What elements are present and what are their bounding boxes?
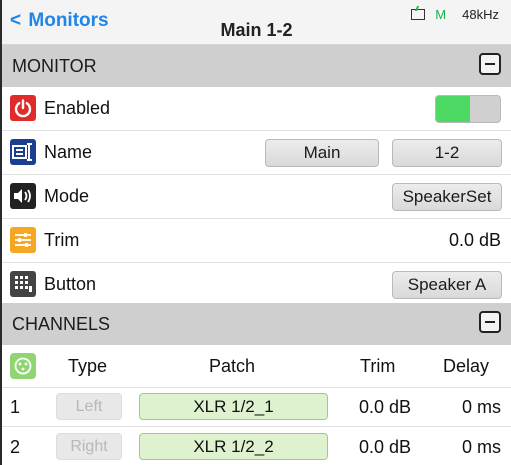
trim-label: Trim: [44, 230, 80, 250]
monitor-section-header: MONITOR: [2, 45, 511, 87]
column-header-trim: Trim: [360, 356, 396, 376]
nav-header: < Monitors Main 1-2 M 48kHz: [2, 0, 511, 45]
app-window: < Monitors Main 1-2 M 48kHz MONITOR Enab…: [0, 0, 511, 465]
column-header-type: Type: [68, 356, 108, 376]
name-label: Name: [44, 142, 93, 162]
channel-index: 2: [10, 437, 21, 457]
button-grid-icon: [10, 271, 36, 297]
status-m-indicator: M: [435, 7, 447, 22]
page-title: Main 1-2: [220, 20, 293, 40]
name-tag-icon: [10, 139, 36, 165]
column-header-delay: Delay: [443, 356, 490, 376]
power-icon: [10, 95, 36, 121]
channel-patch-button[interactable]: XLR 1/2_1: [139, 393, 328, 420]
collapse-monitor-button[interactable]: [479, 53, 501, 75]
row-button: Button Speaker A: [2, 263, 511, 307]
sliders-icon: [10, 227, 36, 253]
mode-label: Mode: [44, 186, 90, 206]
monitor-section-title: MONITOR: [12, 55, 97, 76]
row-trim: Trim 0.0 dB: [2, 219, 511, 263]
collapse-channels-button[interactable]: [479, 311, 501, 333]
channel-delay[interactable]: 0 ms: [462, 437, 501, 458]
channel-delay[interactable]: 0 ms: [462, 397, 501, 418]
mode-select-button[interactable]: SpeakerSet: [392, 183, 502, 211]
channels-table-header: Type Patch Trim Delay: [2, 345, 511, 388]
channel-type-button[interactable]: Right: [56, 433, 122, 460]
row-enabled: Enabled: [2, 87, 511, 131]
toggle-on-track: [436, 96, 470, 122]
name-main-button[interactable]: Main: [265, 139, 379, 167]
channel-icon: [10, 353, 36, 379]
name-suffix-button[interactable]: 1-2: [392, 139, 502, 167]
channels-section-title: CHANNELS: [12, 313, 111, 334]
status-bar: M 48kHz: [411, 7, 499, 22]
channel-type-button[interactable]: Left: [56, 393, 122, 420]
channels-section-header: CHANNELS: [2, 303, 511, 345]
channel-trim[interactable]: 0.0 dB: [359, 437, 411, 458]
channel-patch-button[interactable]: XLR 1/2_2: [139, 433, 328, 460]
table-row: 1 Left XLR 1/2_1 0.0 dB 0 ms: [2, 387, 511, 427]
battery-charging-icon: [411, 9, 426, 20]
row-mode: Mode SpeakerSet: [2, 175, 511, 219]
row-name: Name Main 1-2: [2, 131, 511, 175]
speaker-icon: [10, 183, 36, 209]
trim-value[interactable]: 0.0 dB: [449, 230, 501, 251]
enabled-toggle[interactable]: [435, 95, 501, 123]
channel-index: 1: [10, 397, 21, 417]
table-row: 2 Right XLR 1/2_2 0.0 dB 0 ms: [2, 427, 511, 465]
button-label: Button: [44, 274, 97, 294]
toggle-knob: [470, 96, 500, 122]
channel-trim[interactable]: 0.0 dB: [359, 397, 411, 418]
button-assign-button[interactable]: Speaker A: [392, 271, 502, 299]
sample-rate: 48kHz: [462, 7, 499, 22]
column-header-patch: Patch: [209, 356, 256, 376]
enabled-label: Enabled: [44, 98, 111, 118]
